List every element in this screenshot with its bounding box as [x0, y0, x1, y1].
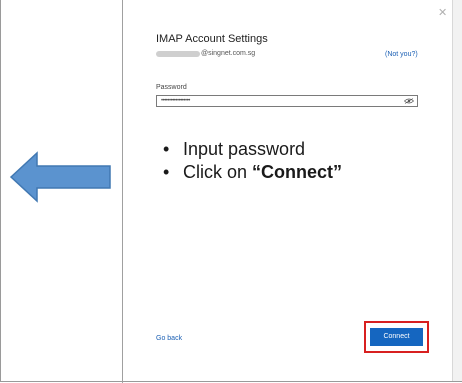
go-back-link[interactable]: Go back: [156, 335, 182, 342]
password-label: Password: [156, 84, 187, 91]
password-value: ••••••••••••••••••: [161, 98, 190, 104]
dialog-title: IMAP Account Settings: [156, 33, 268, 45]
imap-settings-dialog: ✕ IMAP Account Settings @singnet.com.sg …: [123, 0, 452, 381]
bullet: •: [163, 139, 170, 159]
instruction-list: • Input password • Click on “Connect”: [163, 138, 342, 184]
redacted-email-blur: [156, 50, 200, 57]
bullet: •: [163, 162, 170, 182]
account-email: @singnet.com.sg: [156, 50, 255, 57]
close-icon[interactable]: ✕: [438, 8, 447, 19]
instruction-connect-bold: “Connect”: [252, 162, 343, 182]
instruction-step-1: • Input password: [163, 138, 342, 161]
left-panel: [1, 0, 122, 381]
not-you-link[interactable]: (Not you?): [385, 51, 418, 58]
eye-icon[interactable]: [404, 98, 414, 104]
instruction-text: Input password: [183, 139, 306, 159]
password-field[interactable]: ••••••••••••••••••: [156, 95, 418, 107]
connect-highlight-box: Connect: [364, 321, 429, 353]
email-domain: @singnet.com.sg: [201, 50, 256, 57]
screenshot-frame: ✕ IMAP Account Settings @singnet.com.sg …: [0, 0, 462, 383]
instruction-text: Click on: [183, 162, 253, 182]
left-arrow-icon: [9, 151, 111, 203]
not-you-label: Not you?: [387, 51, 416, 58]
instruction-step-2: • Click on “Connect”: [163, 161, 342, 184]
connect-button[interactable]: Connect: [370, 328, 423, 346]
right-edge-strip: [452, 0, 462, 381]
